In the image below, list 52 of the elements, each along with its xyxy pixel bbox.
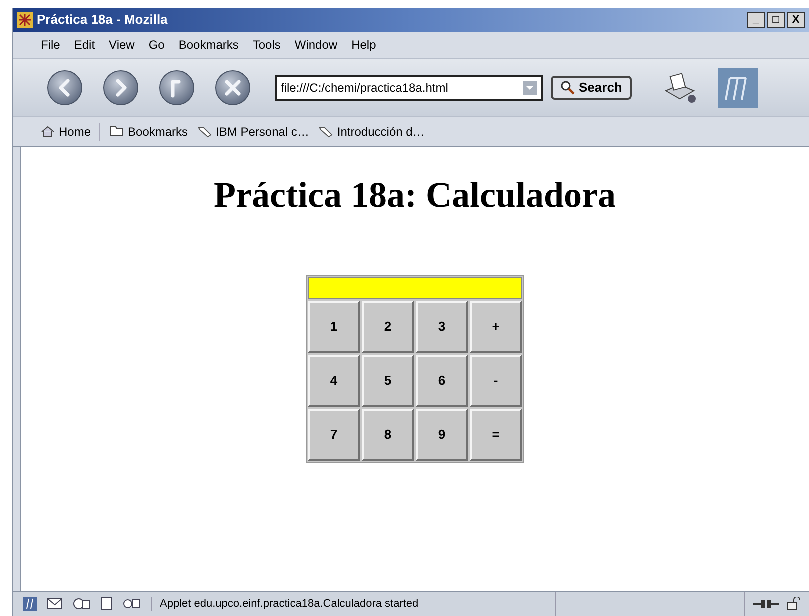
mail-icon[interactable] <box>47 598 63 610</box>
search-icon <box>561 80 575 94</box>
mozilla-logo-icon <box>718 68 758 108</box>
bookmark-item[interactable]: Introducción d… <box>319 122 425 140</box>
calculator-key[interactable]: + <box>470 301 522 353</box>
calculator-key[interactable]: 7 <box>308 409 360 461</box>
menu-item[interactable]: File <box>41 36 60 54</box>
folder-icon <box>110 126 124 137</box>
composer-icon[interactable] <box>101 597 113 611</box>
calculator-key[interactable]: - <box>470 355 522 407</box>
back-button[interactable] <box>47 70 83 106</box>
reload-button[interactable] <box>159 70 195 106</box>
display-field[interactable] <box>308 277 522 299</box>
bookmark-icon <box>319 126 334 138</box>
navigator-icon[interactable] <box>23 597 37 611</box>
status-message: Applet edu.upco.einf.practica18a.Calculadora started <box>159 596 420 612</box>
bookmark-item[interactable]: Home <box>41 122 100 140</box>
bookmark-icon <box>198 126 212 138</box>
minimize-button[interactable]: _ <box>747 12 765 28</box>
padlock-icon <box>787 597 801 611</box>
menu-item[interactable]: Edit <box>74 36 96 54</box>
connection-icon <box>753 598 779 610</box>
calculator-key[interactable]: 3 <box>416 301 468 353</box>
stop-button[interactable] <box>215 70 251 106</box>
bookmark-item[interactable]: Bookmarks <box>110 122 188 140</box>
home-icon <box>41 126 55 138</box>
calculator-key[interactable]: 6 <box>416 355 468 407</box>
close-button[interactable]: X <box>787 12 805 28</box>
forward-button[interactable] <box>103 70 139 106</box>
bookmark-item[interactable]: IBM Personal c… <box>198 122 310 140</box>
calculator-key[interactable]: 5 <box>362 355 414 407</box>
calculator-key[interactable]: 2 <box>362 301 414 353</box>
calculator-key[interactable]: 1 <box>308 301 360 353</box>
url-field[interactable]: file:///C:/chemi/practica18a.html <box>275 74 543 100</box>
chat-icon[interactable] <box>73 597 91 611</box>
menu-item[interactable]: Bookmarks <box>178 36 239 54</box>
menu-item[interactable]: Window <box>294 36 338 54</box>
menu-item[interactable]: Help <box>352 36 376 54</box>
calculator-key[interactable]: 8 <box>362 409 414 461</box>
calculator-key[interactable]: = <box>470 409 522 461</box>
menu-item[interactable]: Go <box>148 36 165 54</box>
window-title: Práctica 18a - Mozilla <box>37 11 168 30</box>
search-button[interactable]: Search <box>551 76 632 100</box>
maximize-button[interactable]: □ <box>767 12 785 28</box>
menu-item[interactable]: Tools <box>252 36 281 54</box>
calculator-key[interactable]: 9 <box>416 409 468 461</box>
page-heading: Práctica 18a: Calculadora <box>214 177 616 213</box>
address-book-icon[interactable] <box>123 598 141 610</box>
url-text: file:///C:/chemi/practica18a.html <box>281 80 450 96</box>
app-icon <box>17 12 33 28</box>
menu-item[interactable]: View <box>109 36 135 54</box>
calculator-key[interactable]: 4 <box>308 355 360 407</box>
